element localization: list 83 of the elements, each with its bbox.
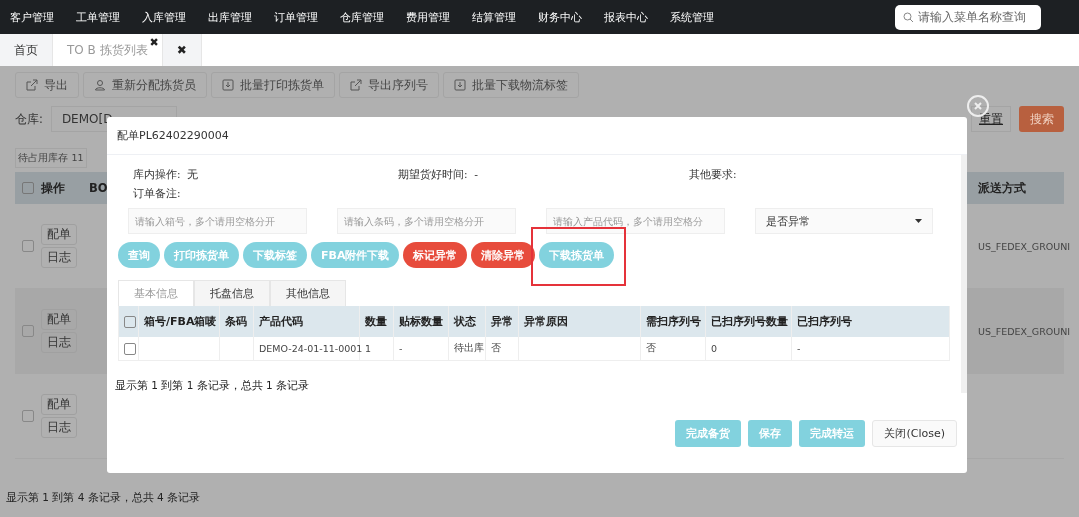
column-header: 操作 bbox=[41, 180, 65, 196]
column-header: 已扫序列号 bbox=[797, 314, 852, 329]
row-action-button[interactable]: 配单 bbox=[41, 224, 77, 245]
input-field[interactable]: 请输入箱号，多个请用空格分开 bbox=[128, 208, 307, 234]
dialog-title: 配单PL62402290004 bbox=[117, 128, 229, 143]
table-cell: 否 bbox=[646, 342, 656, 355]
menu-search-field[interactable]: 请输入菜单名称查询 bbox=[895, 4, 1041, 30]
info-field: 库内操作: 无 bbox=[133, 168, 398, 183]
close-icon[interactable]: ✖ bbox=[149, 36, 159, 49]
column-header: 异常原因 bbox=[524, 314, 568, 329]
dialog-button[interactable]: 关闭(Close) bbox=[872, 419, 957, 447]
row-action-button[interactable]: 日志 bbox=[41, 332, 77, 353]
checkbox[interactable] bbox=[22, 410, 34, 422]
checkbox[interactable] bbox=[124, 342, 136, 355]
nav-menu-item[interactable]: 费用管理 bbox=[406, 9, 450, 25]
nav-menu-item[interactable]: 报表中心 bbox=[604, 9, 648, 25]
table-cell: 待出库 bbox=[454, 342, 484, 355]
caret-icon bbox=[915, 219, 922, 223]
nav-menu-item[interactable]: 结算管理 bbox=[472, 9, 516, 25]
warehouse-label: 仓库: bbox=[15, 111, 43, 127]
column-header: 异常 bbox=[491, 314, 513, 329]
table-cell: 1 bbox=[365, 343, 372, 354]
column-header: 派送方式 bbox=[978, 180, 1026, 196]
download-icon bbox=[454, 79, 466, 91]
table-cell: 0 bbox=[711, 343, 718, 354]
toolbar-button[interactable]: 导出 bbox=[15, 72, 79, 98]
column-header: 贴标数量 bbox=[399, 314, 443, 329]
user-icon bbox=[94, 79, 106, 91]
table-cell: - bbox=[399, 343, 403, 354]
page-tab[interactable]: 首页 bbox=[0, 34, 53, 66]
column-header: 数量 bbox=[365, 314, 387, 329]
dialog-tab[interactable]: 其他信息 bbox=[270, 280, 346, 306]
nav-menu-item[interactable]: 系统管理 bbox=[670, 9, 714, 25]
toolbar-button[interactable]: 批量打印拣货单 bbox=[211, 72, 335, 98]
column-header: 已扫序列号数量 bbox=[711, 314, 788, 329]
checkbox[interactable] bbox=[22, 325, 34, 337]
column-header: 需扫序列号 bbox=[646, 314, 701, 329]
nav-menu-item[interactable]: 订单管理 bbox=[274, 9, 318, 25]
table-cell: - bbox=[797, 343, 801, 354]
page-tab[interactable]: ✖ bbox=[162, 34, 202, 66]
input-field[interactable]: 请输入产品代码，多个请用空格分 bbox=[546, 208, 725, 234]
nav-menu-item[interactable]: 财务中心 bbox=[538, 9, 582, 25]
column-header: BO bbox=[89, 181, 108, 195]
table-cell: 否 bbox=[491, 342, 501, 355]
remark-label: 订单备注: bbox=[133, 186, 181, 201]
nav-menu-item[interactable]: 客户管理 bbox=[10, 9, 54, 25]
stat-tab[interactable]: 待占用库存 11 bbox=[15, 148, 87, 168]
nav-menu-item[interactable]: 出库管理 bbox=[208, 9, 252, 25]
table-cell: DEMO-24-01-11-0001 bbox=[259, 343, 363, 354]
row-action-button[interactable]: 日志 bbox=[41, 247, 77, 268]
nav-menu-item[interactable]: 工单管理 bbox=[76, 9, 120, 25]
close-icon[interactable]: ✖ bbox=[176, 43, 187, 57]
download-icon bbox=[222, 79, 234, 91]
table-cell: US_FEDEX_GROUNI bbox=[978, 325, 1071, 337]
action-button[interactable]: 标记异常 bbox=[403, 242, 468, 268]
export-icon bbox=[350, 79, 362, 91]
checkbox[interactable] bbox=[124, 315, 136, 328]
nav-menu-item[interactable]: 入库管理 bbox=[142, 9, 186, 25]
column-header: 产品代码 bbox=[259, 314, 303, 329]
toolbar-button[interactable]: 批量下载物流标签 bbox=[443, 72, 579, 98]
input-field[interactable]: 请输入条码，多个请用空格分开 bbox=[337, 208, 516, 234]
column-header: 条码 bbox=[225, 314, 247, 329]
search-button[interactable]: 搜索 bbox=[1019, 106, 1064, 132]
row-action-button[interactable]: 日志 bbox=[41, 417, 77, 438]
toolbar-button[interactable]: 重新分配拣货员 bbox=[83, 72, 207, 98]
search-icon bbox=[903, 11, 914, 23]
dialog-tab[interactable]: 托盘信息 bbox=[194, 280, 270, 306]
row-action-button[interactable]: 配单 bbox=[41, 394, 77, 415]
select-field[interactable]: 是否异常 bbox=[755, 208, 933, 234]
row-action-button[interactable]: 配单 bbox=[41, 309, 77, 330]
column-header: 箱号/FBA箱唛 bbox=[144, 314, 217, 329]
action-button[interactable]: 清除异常 bbox=[471, 242, 536, 268]
table-cell: US_FEDEX_GROUNI bbox=[978, 240, 1071, 252]
export-icon bbox=[26, 79, 38, 91]
checkbox[interactable] bbox=[22, 240, 34, 252]
pagination-info: 显示第 1 到第 4 条记录，总共 4 条记录 bbox=[6, 491, 202, 505]
info-field: 其他要求: bbox=[689, 168, 951, 183]
toolbar-button[interactable]: 导出序列号 bbox=[339, 72, 439, 98]
checkbox[interactable] bbox=[22, 182, 34, 194]
column-header: 状态 bbox=[454, 314, 476, 329]
info-field: 期望货好时间: - bbox=[398, 168, 689, 183]
nav-menu-item[interactable]: 仓库管理 bbox=[340, 9, 384, 25]
pagination-info: 显示第 1 到第 1 条记录，总共 1 条记录 bbox=[115, 379, 311, 393]
